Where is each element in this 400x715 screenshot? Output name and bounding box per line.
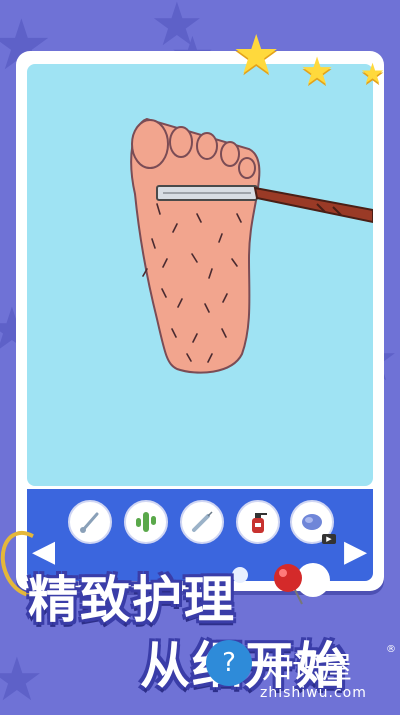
watermark-registered: ® — [386, 644, 396, 655]
syringe-icon — [192, 511, 213, 532]
tool-thermometer-button[interactable] — [68, 500, 112, 544]
tool-cactus-button[interactable] — [124, 500, 168, 544]
watermark-name: 知识屋 — [262, 651, 352, 686]
play-area[interactable] — [27, 64, 373, 486]
background-star-icon: ★ — [0, 645, 44, 715]
thermometer-icon — [80, 512, 99, 533]
question-monitor-icon: ? — [222, 648, 236, 678]
tool-syringe-button[interactable] — [180, 500, 224, 544]
tool-next-arrow-icon[interactable]: ▶ — [344, 534, 367, 570]
cactus-icon — [136, 512, 156, 532]
spray-bottle-icon — [252, 513, 267, 533]
foot-illustration[interactable] — [27, 64, 373, 486]
video-icon: ▶ — [322, 534, 336, 544]
rating-star-icon: ★ — [300, 49, 335, 93]
slogan-line-1: 精致护理 — [28, 571, 236, 629]
rating-star-icon: ★ — [360, 57, 386, 90]
watermark-logo: ? — [206, 640, 252, 686]
tool-spray-button[interactable] — [236, 500, 280, 544]
watermark-url: zhishiwu.com — [260, 685, 367, 701]
pin-icon — [274, 564, 303, 605]
tool-pad-button[interactable]: ▶ — [290, 500, 336, 544]
rating-star-icon: ★ — [232, 23, 281, 86]
pad-icon — [302, 514, 322, 530]
